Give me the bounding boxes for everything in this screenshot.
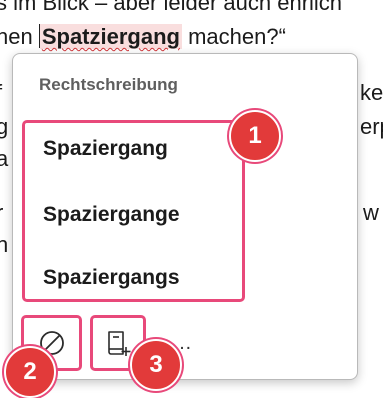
text-fragment: f xyxy=(0,80,2,106)
document-line-2-after: machen?“ xyxy=(181,24,286,49)
document-line-1: s im Blick – aber leider auch ehrlich xyxy=(0,0,342,16)
document-line-2: hen Spatziergang machen?“ xyxy=(0,24,286,50)
spelling-context-menu: Rechtschreibung Spaziergang Spaziergange… xyxy=(12,53,358,380)
text-fragment: ke xyxy=(360,80,383,105)
annotation-badge-2: 2 xyxy=(4,346,56,398)
suggestion-spaziergang[interactable]: Spaziergang xyxy=(43,137,168,161)
misspelled-word[interactable]: Spatziergang xyxy=(39,24,182,49)
text-fragment: n xyxy=(0,232,9,257)
add-to-dictionary-icon xyxy=(108,331,131,356)
text-fragment: erp xyxy=(360,114,383,139)
suggestion-spaziergange[interactable]: Spaziergange xyxy=(43,203,180,227)
text-fragment: r xyxy=(0,200,3,226)
text-fragment: w xyxy=(363,200,379,225)
document-line-2-before: hen xyxy=(0,24,39,49)
suggestions-highlight: Spaziergang Spaziergange Spaziergangs xyxy=(22,120,245,302)
annotation-badge-1: 1 xyxy=(229,110,281,162)
document-line-1-text: s im Blick – aber leider auch ehrlich xyxy=(0,0,343,15)
text-fragment: g xyxy=(0,114,9,139)
annotation-badge-3: 3 xyxy=(130,339,182,391)
suggestion-spaziergangs[interactable]: Spaziergangs xyxy=(43,266,180,290)
text-fragment: a xyxy=(0,146,9,171)
menu-title: Rechtschreibung xyxy=(39,75,178,94)
